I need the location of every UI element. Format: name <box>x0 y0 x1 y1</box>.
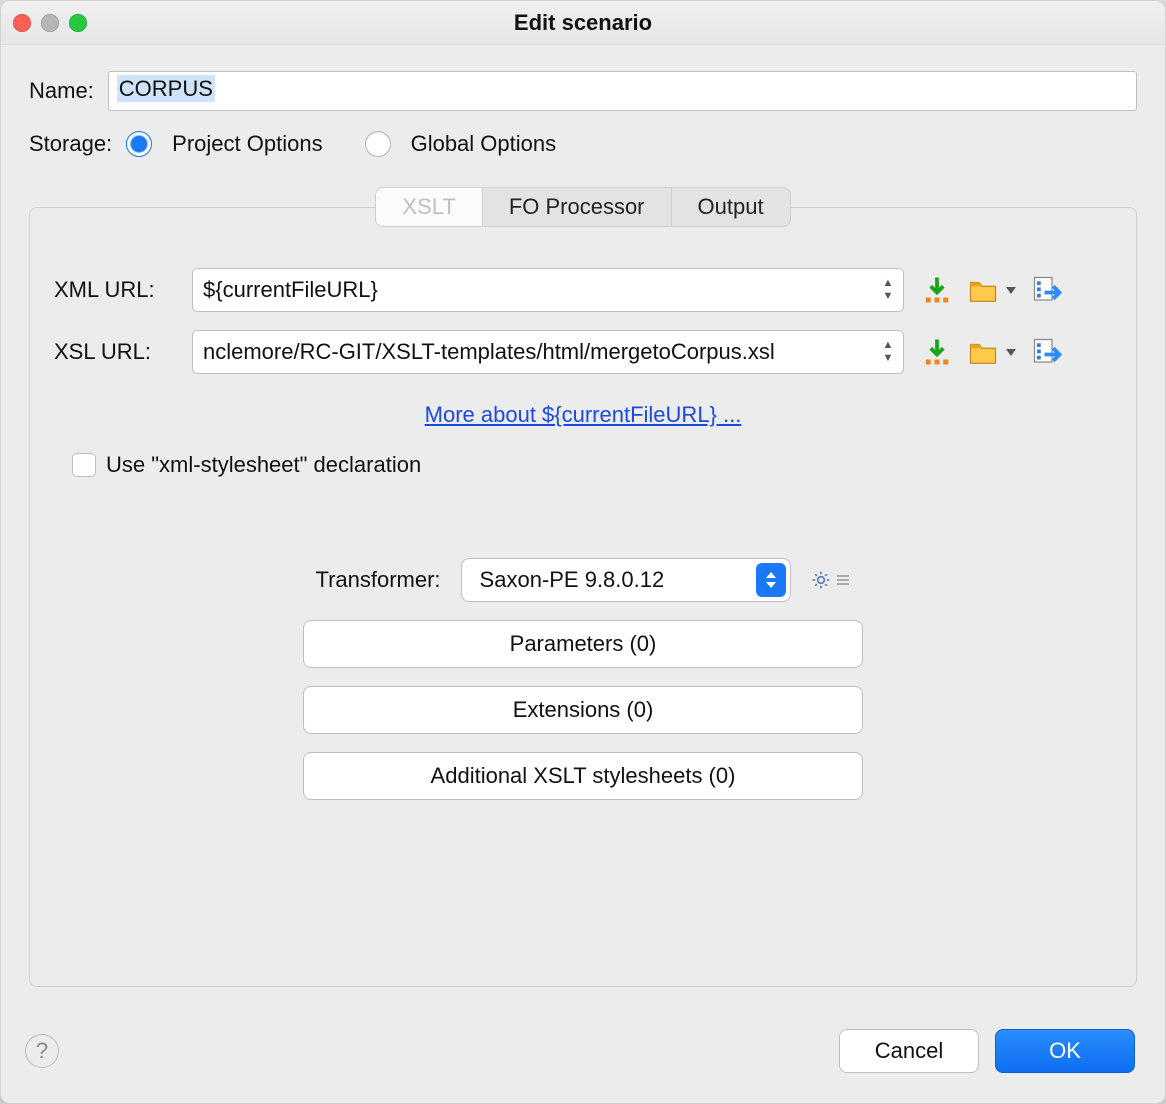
storage-label: Storage: <box>29 131 112 157</box>
transformer-select[interactable]: Saxon-PE 9.8.0.12 <box>461 558 791 602</box>
transformer-label: Transformer: <box>315 567 440 593</box>
zoom-window-button[interactable] <box>69 14 87 32</box>
xslt-panel: XML URL: ${currentFileURL} ▲ ▼ <box>29 207 1137 987</box>
use-xml-stylesheet-label: Use "xml-stylesheet" declaration <box>106 452 421 478</box>
xml-url-label: XML URL: <box>54 277 174 303</box>
xml-url-input[interactable]: ${currentFileURL} ▲ ▼ <box>192 268 904 312</box>
browse-folder-icon[interactable] <box>968 275 998 305</box>
select-chevron-icon <box>756 563 786 597</box>
chevron-up-icon: ▲ <box>879 340 897 351</box>
open-in-editor-icon[interactable] <box>1032 337 1062 367</box>
transformer-settings-button[interactable] <box>811 570 851 590</box>
xml-url-stepper[interactable]: ▲ ▼ <box>879 278 897 302</box>
transformer-value: Saxon-PE 9.8.0.12 <box>480 567 665 593</box>
chevron-down-icon: ▼ <box>879 353 897 364</box>
titlebar: Edit scenario <box>1 1 1165 45</box>
cancel-button[interactable]: Cancel <box>839 1029 979 1073</box>
window-controls <box>13 14 87 32</box>
dialog-content: Name: CORPUS Storage: Project Options Gl… <box>1 45 1165 1007</box>
name-label: Name: <box>29 78 94 104</box>
tab-xslt[interactable]: XSLT <box>376 188 482 226</box>
storage-global-label: Global Options <box>411 131 557 157</box>
chevron-down-icon: ▼ <box>879 291 897 302</box>
dialog-footer: ? Cancel OK <box>1 1007 1165 1103</box>
use-xml-stylesheet-checkbox[interactable] <box>72 453 96 477</box>
folder-dropdown-caret[interactable] <box>1006 287 1016 294</box>
chevron-up-icon: ▲ <box>879 278 897 289</box>
tab-output[interactable]: Output <box>672 188 790 226</box>
storage-project-label: Project Options <box>172 131 322 157</box>
additional-stylesheets-button[interactable]: Additional XSLT stylesheets (0) <box>303 752 863 800</box>
extensions-button[interactable]: Extensions (0) <box>303 686 863 734</box>
folder-dropdown-caret[interactable] <box>1006 349 1016 356</box>
parameters-button[interactable]: Parameters (0) <box>303 620 863 668</box>
storage-global-radio[interactable] <box>365 131 391 157</box>
xsl-url-label: XSL URL: <box>54 339 174 365</box>
xml-url-value: ${currentFileURL} <box>203 277 378 303</box>
insert-variable-icon[interactable] <box>922 337 952 367</box>
browse-folder-icon[interactable] <box>968 337 998 367</box>
xml-url-iconbar <box>922 275 1112 305</box>
tab-fo[interactable]: FO Processor <box>483 188 672 226</box>
close-window-button[interactable] <box>13 14 31 32</box>
window-title: Edit scenario <box>514 10 652 36</box>
dialog-window: Edit scenario Name: CORPUS Storage: Proj… <box>0 0 1166 1104</box>
xsl-url-iconbar <box>922 337 1112 367</box>
xsl-url-stepper[interactable]: ▲ ▼ <box>879 340 897 364</box>
help-button[interactable]: ? <box>25 1034 59 1068</box>
xsl-url-value: nclemore/RC-GIT/XSLT-templates/html/merg… <box>203 339 775 365</box>
ok-button[interactable]: OK <box>995 1029 1135 1073</box>
storage-project-radio[interactable] <box>126 131 152 157</box>
more-about-link[interactable]: More about ${currentFileURL} ... <box>425 402 742 428</box>
name-input[interactable]: CORPUS <box>108 71 1137 111</box>
open-in-editor-icon[interactable] <box>1032 275 1062 305</box>
insert-variable-icon[interactable] <box>922 275 952 305</box>
minimize-window-button[interactable] <box>41 14 59 32</box>
tabstrip: XSLT FO Processor Output <box>29 187 1137 227</box>
xsl-url-input[interactable]: nclemore/RC-GIT/XSLT-templates/html/merg… <box>192 330 904 374</box>
name-input-value: CORPUS <box>117 75 215 102</box>
